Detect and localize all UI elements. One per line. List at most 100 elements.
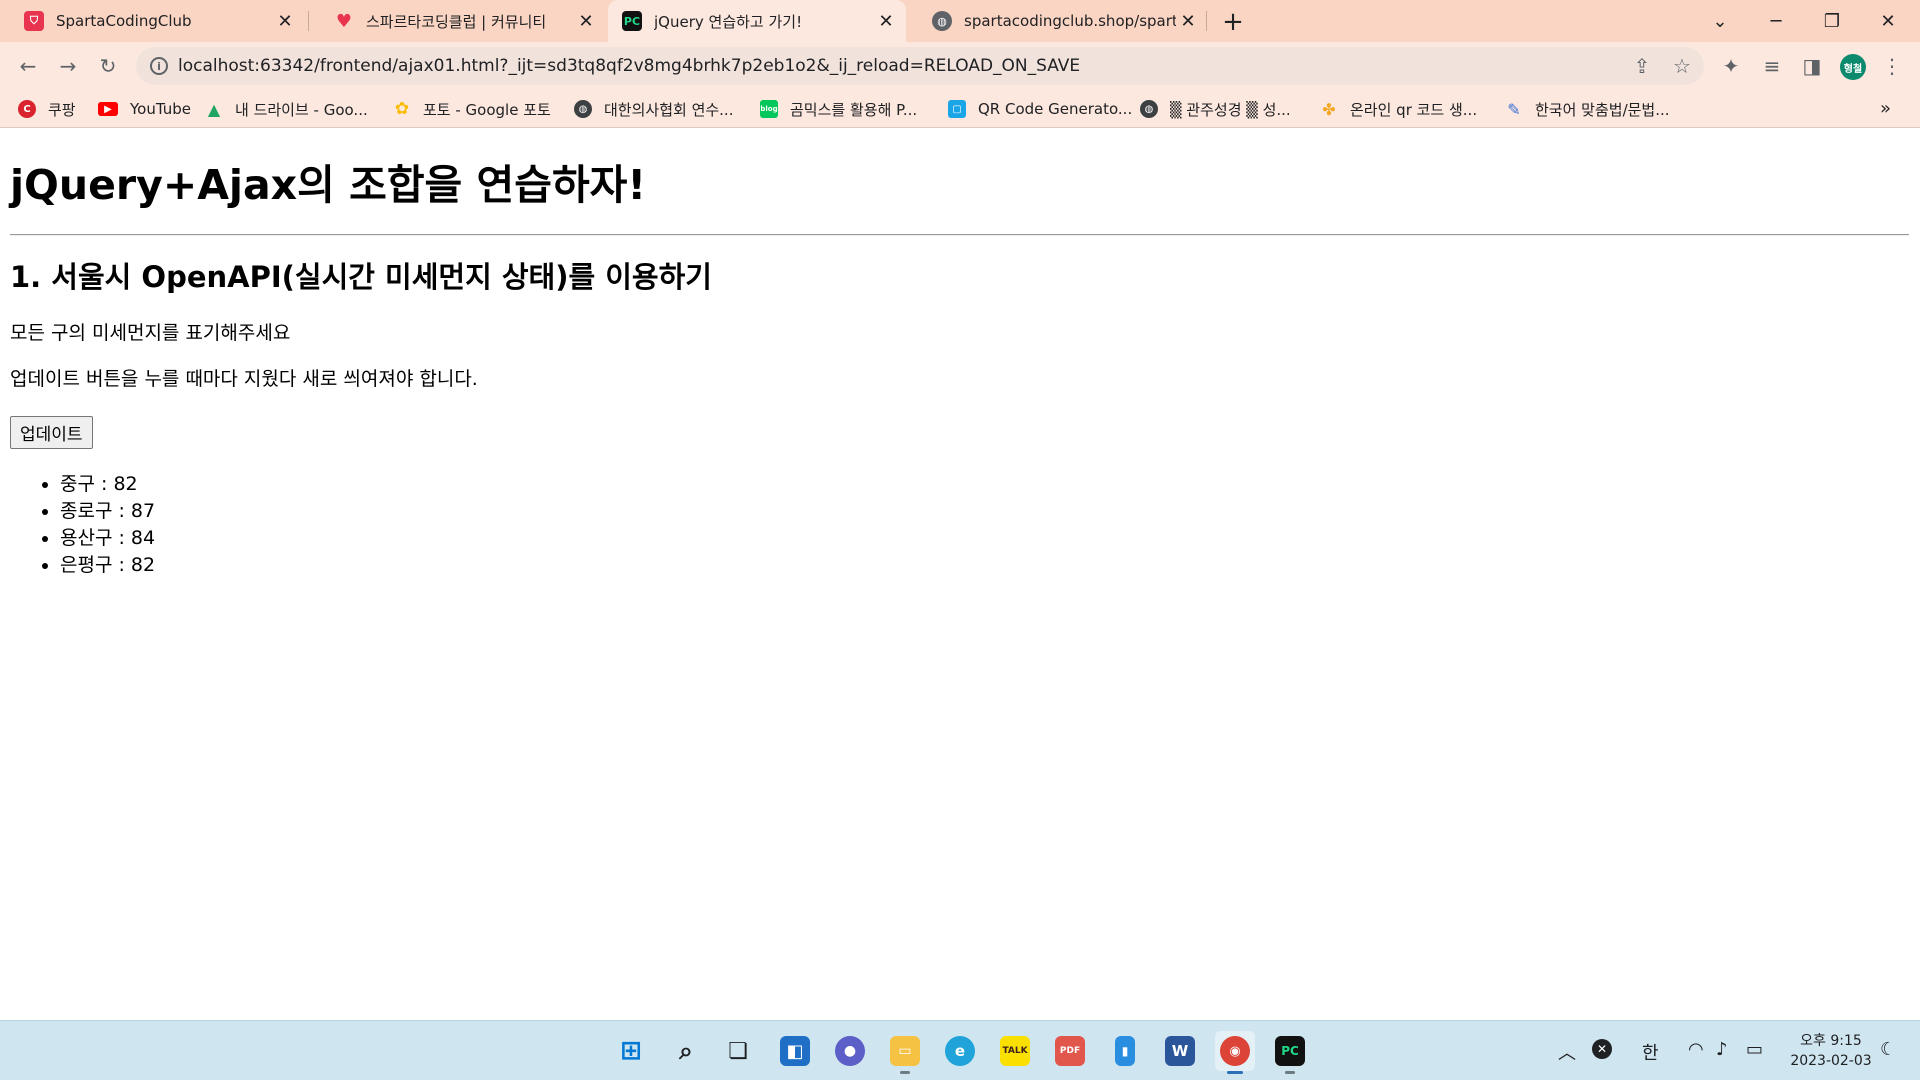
globe-icon: ◍ — [574, 100, 592, 118]
browser-tab-strip: ⛉ SpartaCodingClub ✕ ♥ 스파르타코딩클럽 | 커뮤니티 ✕… — [0, 0, 1920, 42]
share-icon[interactable]: ⇪ — [1630, 54, 1654, 78]
battery-icon[interactable]: ▭ — [1746, 1039, 1763, 1060]
minimize-button[interactable]: ─ — [1748, 0, 1804, 42]
star-icon[interactable]: ☆ — [1670, 54, 1694, 78]
tab-jquery-practice[interactable]: PC jQuery 연습하고 가기! ✕ — [608, 0, 906, 42]
google-photos-icon: ✿ — [394, 99, 410, 119]
clock-date: 2023-02-03 — [1790, 1053, 1872, 1069]
widgets-button[interactable]: ◧ — [775, 1031, 815, 1071]
reload-button[interactable]: ↻ — [92, 50, 124, 82]
url-text[interactable]: localhost:63342/frontend/ajax01.html?_ij… — [178, 56, 1080, 76]
close-icon[interactable]: ✕ — [273, 9, 297, 33]
tab-sparta-shop[interactable]: ◍ spartacodingclub.shop/sparta_a ✕ — [908, 0, 1208, 42]
edge-icon: e — [945, 1036, 975, 1066]
pdf-icon: PDF — [1055, 1036, 1085, 1066]
file-explorer-button[interactable]: ▭ — [885, 1031, 925, 1074]
restore-button[interactable]: ❐ — [1804, 0, 1860, 42]
bookmark-item[interactable]: ✤ 온라인 qr 코드 생... — [1320, 98, 1477, 120]
close-icon[interactable]: ✕ — [1176, 9, 1200, 33]
tab-title: spartacodingclub.shop/sparta_a — [964, 12, 1176, 30]
search-icon: ⌕ — [679, 1037, 693, 1065]
address-bar[interactable]: i localhost:63342/frontend/ajax01.html?_… — [136, 47, 1704, 85]
tab-search-button[interactable]: ⌄ — [1692, 0, 1748, 42]
close-circle-icon[interactable]: ✕ — [1592, 1039, 1612, 1059]
bookmarks-overflow-button[interactable]: » — [1880, 98, 1891, 119]
start-button[interactable]: ⊞ — [611, 1031, 651, 1071]
profile-avatar[interactable]: 형철 — [1840, 54, 1866, 80]
search-button[interactable]: ⌕ — [666, 1031, 706, 1071]
wifi-icon[interactable]: ◠ — [1688, 1039, 1704, 1060]
pycharm-icon: PC — [1275, 1036, 1305, 1066]
puzzle-icon: ✦ — [1722, 54, 1740, 78]
document-icon: ▮ — [1115, 1036, 1135, 1066]
web-page: jQuery+Ajax의 조합을 연습하자! 1. 서울시 OpenAPI(실시… — [0, 129, 1920, 1019]
bookmark-item[interactable]: ▢ QR Code Generato... — [948, 98, 1132, 120]
instruction-text: 모든 구의 미세먼지를 표기해주세요 — [10, 321, 291, 344]
bookmark-label: 포토 - Google 포토 — [423, 100, 551, 119]
bookmark-item[interactable]: ▲ 내 드라이브 - Goo... — [205, 98, 368, 120]
bookmark-label: 내 드라이브 - Goo... — [235, 100, 368, 119]
bookmark-item[interactable]: blog 곰믹스를 활용해 P... — [760, 98, 917, 120]
close-icon: ✕ — [1880, 10, 1896, 32]
tab-divider — [1206, 11, 1207, 31]
bookmark-item[interactable]: ▶ YouTube — [98, 98, 191, 120]
arrow-left-icon: ← — [19, 54, 37, 78]
site-info-icon[interactable]: i — [150, 57, 168, 75]
media-control-button[interactable]: ≡ — [1756, 50, 1788, 82]
new-tab-button[interactable]: + — [1218, 7, 1248, 37]
word-button[interactable]: W — [1160, 1031, 1200, 1071]
pycharm-icon: PC — [622, 11, 642, 31]
pycharm-button[interactable]: PC — [1270, 1031, 1310, 1074]
arrow-right-icon: → — [59, 54, 77, 78]
qr-code-icon: ▢ — [948, 100, 966, 118]
back-button[interactable]: ← — [12, 50, 44, 82]
pdf-app-button[interactable]: PDF — [1050, 1031, 1090, 1071]
task-view-button[interactable]: ❏ — [718, 1031, 758, 1071]
notepad-button[interactable]: ▮ — [1105, 1031, 1145, 1071]
word-icon: W — [1165, 1036, 1195, 1066]
bookmark-label: 온라인 qr 코드 생... — [1350, 100, 1478, 119]
menu-button[interactable]: ⋮ — [1876, 50, 1908, 82]
kakaotalk-icon: TALK — [1000, 1036, 1030, 1066]
running-indicator — [1227, 1071, 1243, 1074]
bookmark-label: YouTube — [130, 100, 191, 118]
bookmark-item[interactable]: ✿ 포토 - Google 포토 — [393, 98, 551, 120]
kebab-menu-icon: ⋮ — [1882, 54, 1902, 78]
close-icon[interactable]: ✕ — [574, 9, 598, 33]
chevron-up-icon[interactable]: ︿ — [1558, 1039, 1576, 1065]
playlist-icon: ≡ — [1763, 54, 1781, 78]
chevron-down-icon: ⌄ — [1712, 10, 1728, 32]
windows-logo-icon: ⊞ — [620, 1036, 642, 1066]
kakaotalk-button[interactable]: TALK — [995, 1031, 1035, 1071]
ime-indicator[interactable]: 한 — [1642, 1039, 1659, 1065]
edge-button[interactable]: e — [940, 1031, 980, 1071]
extensions-button[interactable]: ✦ — [1715, 50, 1747, 82]
update-button[interactable]: 업데이트 — [10, 415, 93, 449]
bookmark-item[interactable]: C 쿠팡 — [18, 98, 76, 120]
speaker-icon[interactable]: ♪ — [1716, 1039, 1728, 1060]
instruction-text: 업데이트 버튼을 누를 때마다 지웠다 새로 씌여져야 합니다. — [10, 367, 478, 390]
folder-icon: ▭ — [890, 1036, 920, 1066]
clock-time: 오후 9:15 — [1800, 1033, 1862, 1049]
google-drive-icon: ▲ — [207, 99, 221, 119]
bookmark-item[interactable]: ✎ 한국어 맞춤법/문법... — [1505, 98, 1669, 120]
chrome-icon: ◉ — [1220, 1036, 1250, 1066]
windows-taskbar: ⊞ ⌕ ❏ ◧ ● ▭ e TALK PDF ▮ W ◉ PC ︿ ✕ 한 ◠ … — [0, 1020, 1920, 1080]
forward-button[interactable]: → — [52, 50, 84, 82]
close-window-button[interactable]: ✕ — [1860, 0, 1916, 42]
bookmark-item[interactable]: ◍ ▒ 관주성경 ▒ 성... — [1140, 98, 1291, 120]
list-item: 종로구 : 87 — [60, 498, 1910, 525]
close-icon[interactable]: ✕ — [874, 9, 898, 33]
system-clock[interactable]: 오후 9:15 2023-02-03 — [1786, 1031, 1876, 1071]
tab-title: 스파르타코딩클럽 | 커뮤니티 — [366, 12, 547, 31]
youtube-icon: ▶ — [98, 102, 118, 116]
chrome-button[interactable]: ◉ — [1215, 1031, 1255, 1074]
side-panel-button[interactable]: ◨ — [1796, 50, 1828, 82]
moon-icon[interactable]: ☾ — [1880, 1039, 1896, 1060]
chat-button[interactable]: ● — [830, 1031, 870, 1071]
minimize-icon: ─ — [1770, 10, 1782, 32]
tab-community[interactable]: ♥ 스파르타코딩클럽 | 커뮤니티 ✕ — [310, 0, 606, 42]
bookmark-item[interactable]: ◍ 대한의사협회 연수... — [574, 98, 733, 120]
list-item: 중구 : 82 — [60, 471, 1910, 498]
tab-spartacodingclub[interactable]: ⛉ SpartaCodingClub ✕ — [0, 0, 305, 42]
